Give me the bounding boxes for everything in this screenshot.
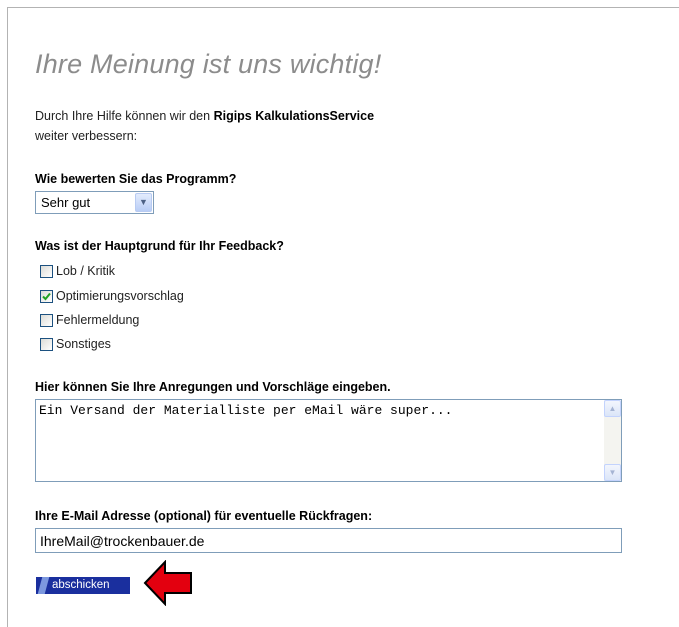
submit-button[interactable]: abschicken <box>36 577 130 594</box>
rating-label: Wie bewerten Sie das Programm? <box>35 172 237 186</box>
red-arrow-icon <box>143 560 192 606</box>
checkbox-optimierungsvorschlag[interactable] <box>40 289 53 303</box>
checkbox-label: Lob / Kritik <box>56 264 116 278</box>
checkbox-label: Optimierungsvorschlag <box>56 289 184 303</box>
checkbox-row-fehlermeldung[interactable]: Fehlermeldung <box>40 313 139 327</box>
scroll-down-icon[interactable]: ▼ <box>604 464 621 481</box>
suggestions-text: Ein Versand der Materialliste per eMail … <box>39 403 453 418</box>
intro-prefix: Durch Ihre Hilfe können wir den <box>35 109 214 123</box>
intro-brand: Rigips KalkulationsService <box>213 109 375 123</box>
suggestions-label: Hier können Sie Ihre Anregungen und Vors… <box>35 380 391 394</box>
intro-text: Durch Ihre Hilfe können wir den Rigips K… <box>35 106 374 146</box>
submit-label: abschicken <box>52 579 110 591</box>
checkbox-label: Fehlermeldung <box>56 313 140 327</box>
scroll-up-icon[interactable]: ▲ <box>604 400 621 417</box>
checkbox-row-optimierungsvorschlag[interactable]: Optimierungsvorschlag <box>40 289 184 303</box>
email-field[interactable]: IhreMail@trockenbauer.de <box>35 528 622 553</box>
intro-line2: weiter verbessern: <box>35 129 138 143</box>
chevron-down-icon[interactable]: ▼ <box>135 193 152 212</box>
page-title: Ihre Meinung ist uns wichtig! <box>35 49 382 79</box>
rating-select-value: Sehr gut <box>41 195 91 210</box>
checkbox-lob-kritik[interactable] <box>40 264 53 278</box>
checkbox-sonstiges[interactable] <box>40 337 53 351</box>
textarea-scrollbar[interactable]: ▲ ▼ <box>604 400 621 481</box>
rating-select[interactable]: Sehr gut ▼ <box>35 191 154 214</box>
email-label: Ihre E-Mail Adresse (optional) für event… <box>35 509 373 523</box>
suggestions-textarea[interactable]: Ein Versand der Materialliste per eMail … <box>35 399 622 482</box>
checkbox-row-lob-kritik[interactable]: Lob / Kritik <box>40 264 115 278</box>
checkbox-label: Sonstiges <box>56 337 111 351</box>
checkbox-row-sonstiges[interactable]: Sonstiges <box>40 337 111 351</box>
email-value: IhreMail@trockenbauer.de <box>40 533 205 549</box>
reason-label: Was ist der Hauptgrund für Ihr Feedback? <box>35 239 284 253</box>
checkmark-icon <box>42 292 51 300</box>
checkbox-fehlermeldung[interactable] <box>40 313 53 327</box>
